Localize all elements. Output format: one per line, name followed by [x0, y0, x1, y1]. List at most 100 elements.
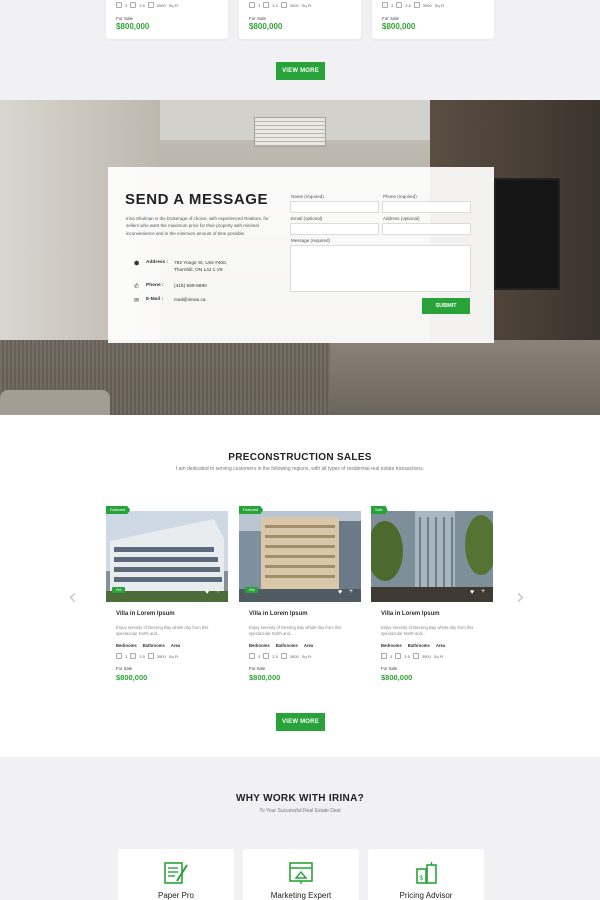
preconstruction-subtitle: I am dedicated to serving customers in t…: [175, 466, 425, 472]
message-field-label: Message (required): [291, 238, 331, 243]
area-unit: Sq Ft: [168, 653, 179, 659]
area-unit: Sq Ft: [168, 2, 179, 8]
why-card: Marketing Expert: [243, 849, 359, 900]
bathrooms-value: 3.5: [139, 653, 145, 659]
certificate-icon: [164, 862, 188, 884]
name-input[interactable]: [290, 201, 379, 213]
bathrooms-value: 3.5: [272, 2, 278, 8]
contact-section: SEND A MESSAGE Irina Shulman is the brok…: [0, 100, 600, 415]
bed-icon: [381, 653, 387, 659]
featured-listings-cards: 3 3.5 3500 Sq Ft For Sale $800,000 3 3.5: [106, 0, 494, 39]
envelope-icon: ✉: [134, 298, 140, 304]
phone-field-label: Phone (required): [383, 194, 417, 199]
property-description: Enjoy serenity of Deering Bay whole day …: [249, 625, 342, 636]
listing-price: $800,000: [116, 22, 150, 31]
email-field-label: Email (optional): [291, 216, 323, 221]
svg-text:$: $: [419, 874, 423, 882]
background-sofa: [0, 390, 110, 415]
bath-icon: [395, 653, 402, 659]
bath-icon: [130, 2, 137, 8]
phone-input[interactable]: [382, 201, 471, 213]
plus-icon[interactable]: +: [481, 588, 485, 595]
heart-icon[interactable]: ♥: [205, 589, 209, 596]
featured-listings-section: 3 3.5 3500 Sq Ft For Sale $800,000 3 3.5: [0, 0, 600, 100]
phone-icon: ✆: [134, 284, 140, 290]
heart-icon[interactable]: ♥: [338, 589, 342, 596]
why-subtitle: To Your Successful Real Estate Deal: [259, 808, 341, 814]
listing-status: For Sale: [116, 16, 134, 21]
property-price: $800,000: [116, 673, 148, 682]
amenity-labels: Bedrooms Bathrooms Area: [249, 643, 313, 648]
bathrooms-label: Bathrooms: [407, 643, 430, 648]
contact-description: Irina Shulman is the brokerage of choice…: [126, 216, 269, 236]
address-input[interactable]: [382, 223, 471, 235]
plus-icon[interactable]: +: [216, 588, 220, 595]
listing-price: $800,000: [249, 22, 283, 31]
bedrooms-label: Bedrooms: [381, 643, 402, 648]
bathrooms-label: Bathrooms: [142, 643, 165, 648]
area-value: 3500: [156, 653, 166, 659]
area-label: Area: [170, 643, 181, 648]
contact-title: SEND A MESSAGE: [125, 191, 269, 208]
amenity-labels: Bedrooms Bathrooms Area: [381, 643, 445, 648]
phone-value[interactable]: (416) 569-5890: [174, 283, 244, 290]
bath-icon: [263, 2, 270, 8]
email-label: E-Mail :: [146, 297, 164, 302]
property-specs: 3 3.5 3500 Sq Ft: [381, 653, 443, 659]
email-value[interactable]: mail@irinas.ca: [174, 297, 244, 304]
property-specs: 3 3.5 3500 Sq Ft: [249, 653, 311, 659]
bed-icon: [116, 2, 122, 8]
area-icon: [412, 653, 419, 659]
property-name[interactable]: Villa in Lorem Ipsum: [381, 611, 440, 617]
property-specs: 3 3.5 3500 Sq Ft: [116, 653, 178, 659]
why-section: WHY WORK WITH IRINA? To Your Successful …: [0, 757, 600, 900]
property-card[interactable]: ♥ + Sale Villa in Lorem Ipsum Enjoy sere…: [371, 506, 493, 683]
bedrooms-value: 3: [391, 2, 394, 8]
bed-icon: [249, 653, 255, 659]
marketing-icon: [289, 862, 313, 884]
phone-label: Phone :: [146, 283, 164, 288]
address-row: ⬢ Address : 782 Yonge St, Unit #400, Tho…: [134, 260, 244, 274]
view-more-button[interactable]: VIEW MORE: [276, 62, 325, 80]
bath-icon: [263, 653, 270, 659]
area-icon: [147, 653, 154, 659]
property-name[interactable]: Villa in Lorem Ipsum: [249, 611, 308, 617]
property-card[interactable]: Hot ♥ + Featured Villa in Lorem Ipsum En…: [239, 506, 361, 683]
listing-card[interactable]: 3 3.5 3500 Sq Ft For Sale $800,000: [372, 0, 494, 39]
area-value: 3500: [289, 2, 299, 8]
why-card: $ Pricing Advisor: [368, 849, 484, 900]
property-description: Enjoy serenity of Deering Bay whole day …: [381, 625, 474, 636]
submit-button[interactable]: SUBMIT: [422, 298, 470, 314]
email-input[interactable]: [290, 223, 379, 235]
plus-icon[interactable]: +: [349, 588, 353, 595]
bedrooms-value: 3: [125, 653, 128, 659]
preconstruction-section: PRECONSTRUCTION SALES I am dedicated to …: [0, 415, 600, 757]
area-value: 3500: [422, 2, 432, 8]
bath-icon: [130, 653, 137, 659]
area-value: 3500: [156, 2, 166, 8]
area-icon: [280, 653, 287, 659]
listing-status: For Sale: [382, 16, 400, 21]
bathrooms-value: 3.5: [272, 653, 278, 659]
area-unit: Sq Ft: [434, 2, 445, 8]
listing-status: For Sale: [249, 16, 267, 21]
carousel-prev-icon[interactable]: ‹: [68, 585, 77, 610]
listing-specs: 3 3.5 3500 Sq Ft: [249, 2, 311, 8]
property-card[interactable]: Hot ♥ + Featured Villa in Lorem Ipsum En…: [106, 506, 228, 683]
background-tv: [494, 178, 560, 290]
carousel-next-icon[interactable]: ›: [516, 585, 525, 610]
hot-badge: Hot: [112, 587, 126, 593]
background-vent: [254, 117, 326, 147]
view-more-button[interactable]: VIEW MORE: [276, 713, 325, 731]
heart-icon[interactable]: ♥: [470, 589, 474, 596]
property-name[interactable]: Villa in Lorem Ipsum: [116, 611, 175, 617]
listing-card[interactable]: 3 3.5 3500 Sq Ft For Sale $800,000: [106, 0, 228, 39]
message-textarea[interactable]: [290, 245, 471, 292]
why-card: Paper Pro: [118, 849, 234, 900]
area-value: 3500: [289, 653, 299, 659]
listing-card[interactable]: 3 3.5 3500 Sq Ft For Sale $800,000: [239, 0, 361, 39]
contact-form-card: SEND A MESSAGE Irina Shulman is the brok…: [108, 167, 494, 343]
page: 3 3.5 3500 Sq Ft For Sale $800,000 3 3.5: [0, 0, 600, 900]
bedrooms-value: 3: [125, 2, 128, 8]
why-card-title: Pricing Advisor: [399, 891, 453, 900]
